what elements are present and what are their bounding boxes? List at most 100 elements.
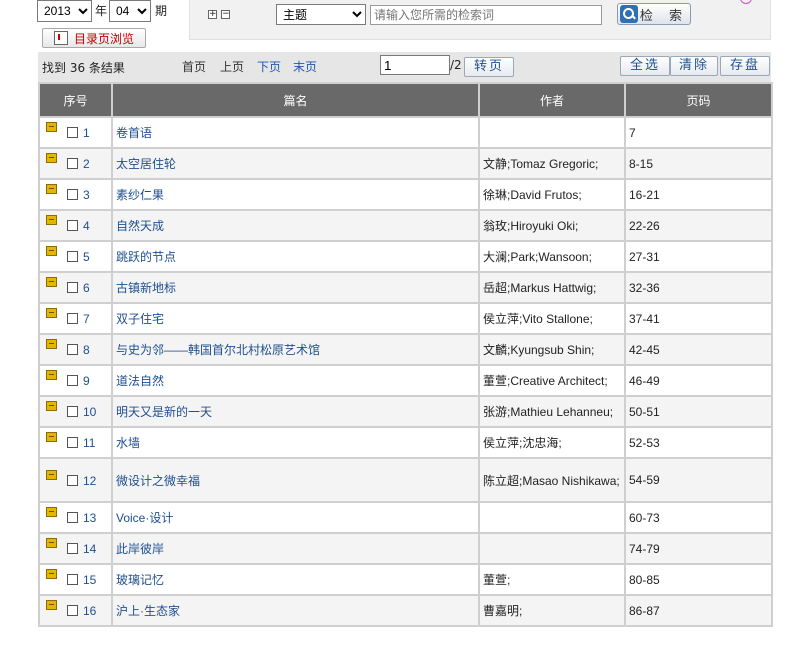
article-icon[interactable] bbox=[46, 215, 57, 226]
row-checkbox[interactable] bbox=[67, 474, 78, 486]
row-pages-cell: 7 bbox=[624, 116, 773, 149]
article-title-link[interactable]: 自然天成 bbox=[116, 219, 164, 233]
table-row[interactable]: 2 太空居住轮 文静;Tomaz Gregoric; 8-15 bbox=[38, 147, 773, 180]
row-number: 2 bbox=[83, 156, 90, 171]
article-title-link[interactable]: Voice·设计 bbox=[116, 511, 173, 525]
row-checkbox[interactable] bbox=[67, 251, 78, 263]
article-title-link[interactable]: 古镇新地标 bbox=[116, 281, 176, 295]
search-field-select[interactable]: 主题 bbox=[276, 4, 366, 25]
row-checkbox[interactable] bbox=[67, 406, 78, 418]
article-icon[interactable] bbox=[46, 184, 57, 195]
row-checkbox[interactable] bbox=[67, 605, 78, 617]
year-select[interactable]: 2013 bbox=[37, 0, 92, 22]
row-checkbox[interactable] bbox=[67, 375, 78, 387]
table-row[interactable]: 1 卷首语 7 bbox=[38, 116, 773, 149]
row-title-cell: 双子住宅 bbox=[111, 302, 480, 335]
table-row[interactable]: 7 双子住宅 侯立萍;Vito Stallone; 37-41 bbox=[38, 302, 773, 335]
article-title-link[interactable]: 明天又是新的一天 bbox=[116, 405, 212, 419]
save-button[interactable]: 存盘 bbox=[720, 56, 770, 76]
article-icon[interactable] bbox=[46, 122, 57, 133]
table-row[interactable]: 12 微设计之微幸福 陈立超;Masao Nishikawa; 54-59 bbox=[38, 457, 773, 503]
goto-page-button[interactable]: 转页 bbox=[464, 57, 514, 77]
last-page-link[interactable]: 末页 bbox=[293, 58, 317, 75]
article-title-link[interactable]: 与史为邻——韩国首尔北村松原艺术馆 bbox=[116, 343, 320, 357]
table-row[interactable]: 11 水墙 侯立萍;沈忠海; 52-53 bbox=[38, 426, 773, 459]
row-checkbox[interactable] bbox=[67, 512, 78, 524]
table-row[interactable]: 13 Voice·设计 60-73 bbox=[38, 501, 773, 534]
prev-page-link[interactable]: 上页 bbox=[220, 58, 244, 75]
table-row[interactable]: 4 自然天成 翁玫;Hiroyuki Oki; 22-26 bbox=[38, 209, 773, 242]
first-page-link[interactable]: 首页 bbox=[182, 58, 206, 75]
table-row[interactable]: 9 道法自然 董萱;Creative Architect; 46-49 bbox=[38, 364, 773, 397]
row-checkbox[interactable] bbox=[67, 220, 78, 232]
article-icon[interactable] bbox=[46, 401, 57, 412]
search-input[interactable] bbox=[370, 5, 602, 25]
article-icon[interactable] bbox=[46, 432, 57, 443]
article-title-link[interactable]: 双子住宅 bbox=[116, 312, 164, 326]
article-title-link[interactable]: 卷首语 bbox=[116, 126, 152, 140]
table-row[interactable]: 8 与史为邻——韩国首尔北村松原艺术馆 文麟;Kyungsub Shin; 42-45 bbox=[38, 333, 773, 366]
table-row[interactable]: 10 明天又是新的一天 张游;Mathieu Lehanneu; 50-51 bbox=[38, 395, 773, 428]
article-pages: 37-41 bbox=[629, 311, 660, 326]
article-icon[interactable] bbox=[46, 469, 57, 480]
article-title-link[interactable]: 素纱仁果 bbox=[116, 188, 164, 202]
search-button[interactable]: 检 索 bbox=[617, 3, 691, 25]
header-pages: 页码 bbox=[624, 82, 773, 118]
article-title-link[interactable]: 水墙 bbox=[116, 436, 140, 450]
row-pages-cell: 27-31 bbox=[624, 240, 773, 273]
article-icon[interactable] bbox=[46, 308, 57, 319]
row-no-cell: 15 bbox=[38, 563, 113, 596]
article-icon[interactable] bbox=[46, 153, 57, 164]
table-row[interactable]: 15 玻璃记忆 董萱; 80-85 bbox=[38, 563, 773, 596]
collapse-icon[interactable]: − bbox=[221, 10, 230, 19]
article-icon[interactable] bbox=[46, 370, 57, 381]
expand-icon[interactable]: + bbox=[208, 10, 217, 19]
table-row[interactable]: 16 沪上·生态家 曹嘉明; 86-87 bbox=[38, 594, 773, 627]
select-all-button[interactable]: 全选 bbox=[620, 56, 670, 76]
article-title-link[interactable]: 道法自然 bbox=[116, 374, 164, 388]
issue-select[interactable]: 04 bbox=[109, 0, 151, 22]
catalog-browse-button[interactable]: 目录页浏览 bbox=[42, 28, 146, 48]
article-title-link[interactable]: 微设计之微幸福 bbox=[116, 474, 200, 488]
article-icon[interactable] bbox=[46, 569, 57, 580]
row-checkbox[interactable] bbox=[67, 574, 78, 586]
row-no-cell: 11 bbox=[38, 426, 113, 459]
row-checkbox[interactable] bbox=[67, 543, 78, 555]
next-page-link[interactable]: 下页 bbox=[257, 58, 281, 75]
row-no-cell: 5 bbox=[38, 240, 113, 273]
row-no-cell: 4 bbox=[38, 209, 113, 242]
article-pages: 74-79 bbox=[629, 541, 660, 556]
row-no-cell: 12 bbox=[38, 457, 113, 503]
row-number: 4 bbox=[83, 218, 90, 233]
row-checkbox[interactable] bbox=[67, 158, 78, 170]
article-title-link[interactable]: 沪上·生态家 bbox=[116, 604, 180, 618]
article-icon[interactable] bbox=[46, 600, 57, 611]
row-checkbox[interactable] bbox=[67, 189, 78, 201]
table-row[interactable]: 5 跳跃的节点 大澜;Park;Wansoon; 27-31 bbox=[38, 240, 773, 273]
article-title-link[interactable]: 跳跃的节点 bbox=[116, 250, 176, 264]
row-no-cell: 1 bbox=[38, 116, 113, 149]
article-title-link[interactable]: 玻璃记忆 bbox=[116, 573, 164, 587]
row-checkbox[interactable] bbox=[67, 127, 78, 139]
article-title-link[interactable]: 此岸彼岸 bbox=[116, 542, 164, 556]
row-title-cell: 与史为邻——韩国首尔北村松原艺术馆 bbox=[111, 333, 480, 366]
clear-button[interactable]: 清除 bbox=[670, 56, 718, 76]
row-number: 13 bbox=[83, 510, 97, 525]
table-row[interactable]: 3 素纱仁果 徐琳;David Frutos; 16-21 bbox=[38, 178, 773, 211]
article-icon[interactable] bbox=[46, 538, 57, 549]
article-title-link[interactable]: 太空居住轮 bbox=[116, 157, 176, 171]
article-pages: 42-45 bbox=[629, 342, 660, 357]
row-checkbox[interactable] bbox=[67, 437, 78, 449]
article-author: 董萱;Creative Architect; bbox=[483, 374, 608, 388]
row-checkbox[interactable] bbox=[67, 313, 78, 325]
article-icon[interactable] bbox=[46, 339, 57, 350]
row-checkbox[interactable] bbox=[67, 344, 78, 356]
article-icon[interactable] bbox=[46, 507, 57, 518]
row-checkbox[interactable] bbox=[67, 282, 78, 294]
article-icon[interactable] bbox=[46, 246, 57, 257]
page-number-input[interactable] bbox=[380, 55, 450, 75]
table-row[interactable]: 6 古镇新地标 岳超;Markus Hattwig; 32-36 bbox=[38, 271, 773, 304]
article-icon[interactable] bbox=[46, 277, 57, 288]
table-row[interactable]: 14 此岸彼岸 74-79 bbox=[38, 532, 773, 565]
row-author-cell: 徐琳;David Frutos; bbox=[478, 178, 626, 211]
